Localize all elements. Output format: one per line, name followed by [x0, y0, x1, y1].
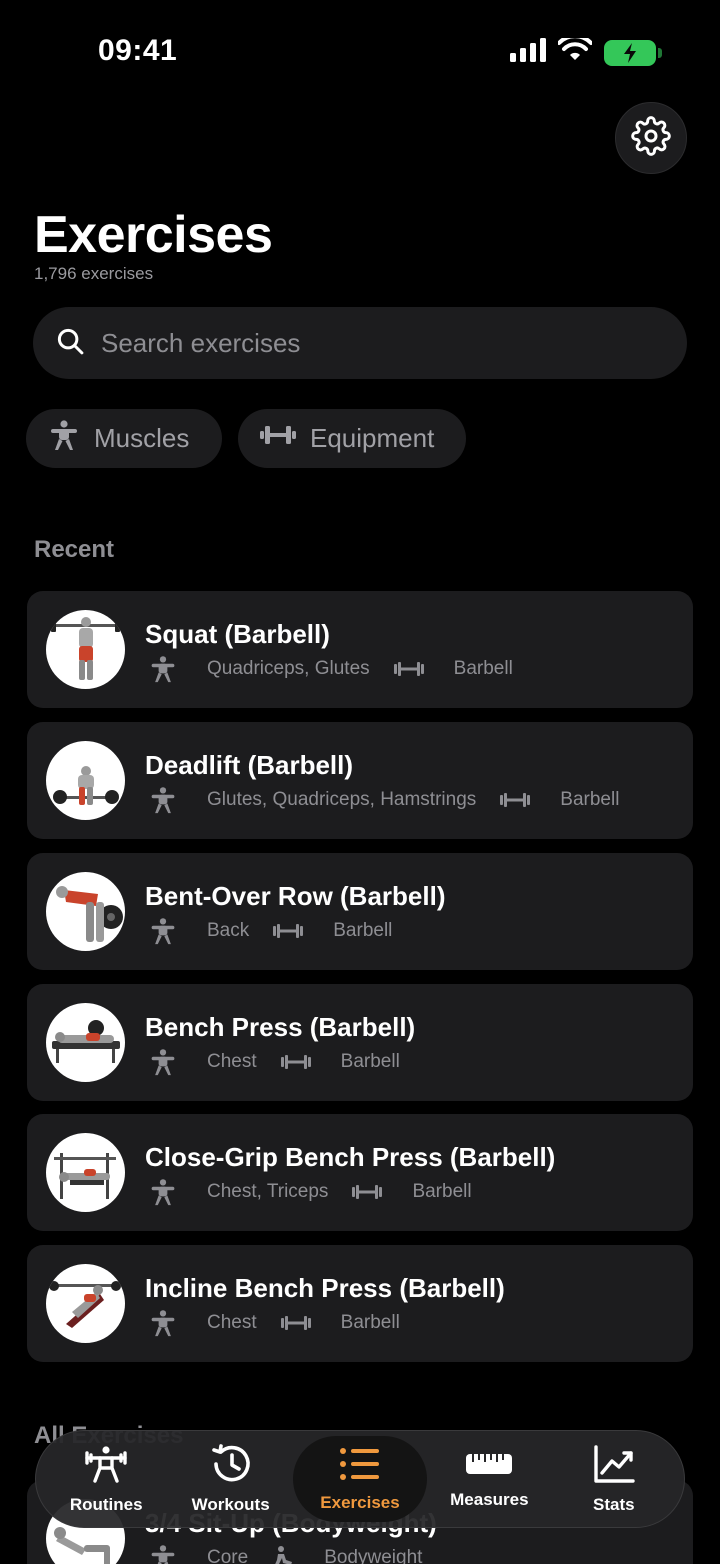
exercise-card[interactable]: Incline Bench Press (Barbell) Chest Barb…: [27, 1245, 693, 1362]
barbell-icon: [280, 1054, 311, 1070]
exercise-equipment: Barbell: [412, 1181, 472, 1202]
exercise-thumbnail-deadlift: [46, 741, 125, 820]
exercise-card[interactable]: Bench Press (Barbell) Chest Barbell: [27, 984, 693, 1101]
list-icon: [339, 1446, 381, 1487]
battery-icon: [604, 39, 662, 66]
muscle-icon: [149, 655, 177, 683]
filter-equipment-chip[interactable]: Equipment: [238, 409, 466, 468]
person-muscle-icon: [48, 419, 80, 458]
section-header-recent: Recent: [34, 536, 115, 563]
tab-exercises-label: Exercises: [320, 1492, 400, 1512]
dumbbell-icon: [260, 423, 296, 454]
muscle-icon: [149, 917, 177, 945]
tab-bar: Routines Workouts Exercises Measures Sta…: [35, 1430, 685, 1528]
tab-routines-label: Routines: [69, 1494, 143, 1514]
barbell-icon: [273, 923, 304, 939]
exercise-card[interactable]: Squat (Barbell) Quadriceps, Glutes Barbe…: [27, 591, 693, 708]
exercise-equipment: Bodyweight: [324, 1547, 423, 1564]
exercise-thumbnail-squat: [46, 610, 125, 689]
bodyweight-icon: [272, 1546, 294, 1564]
tab-stats-label: Stats: [592, 1494, 635, 1514]
tab-workouts[interactable]: Workouts: [168, 1436, 292, 1522]
barbell-icon: [500, 792, 531, 808]
exercise-thumbnail-bench-press: [46, 1003, 125, 1082]
tab-stats[interactable]: Stats: [552, 1436, 676, 1522]
exercise-name: Close-Grip Bench Press (Barbell): [145, 1142, 556, 1172]
muscle-icon: [149, 1048, 177, 1076]
search-bar[interactable]: [33, 307, 687, 379]
status-icons: [510, 34, 662, 67]
exercise-card[interactable]: Bent-Over Row (Barbell) Back Barbell: [27, 853, 693, 970]
exercise-equipment: Barbell: [333, 920, 393, 941]
exercise-thumbnail-close-grip-bench-press: [46, 1133, 125, 1212]
history-icon: [210, 1443, 252, 1489]
exercise-count: 1,796 exercises: [34, 264, 154, 283]
cellular-signal-icon: [510, 38, 546, 67]
exercise-thumbnail-incline-bench-press: [46, 1264, 125, 1343]
exercise-meta: Chest Barbell: [149, 1309, 400, 1337]
filter-muscles-chip[interactable]: Muscles: [26, 409, 222, 468]
barbell-icon: [352, 1184, 383, 1200]
tab-workouts-label: Workouts: [191, 1494, 270, 1514]
exercise-name: Bent-Over Row (Barbell): [145, 881, 446, 911]
exercise-muscles: Back: [207, 920, 250, 941]
barbell-icon: [280, 1315, 311, 1331]
exercise-meta: Back Barbell: [149, 917, 392, 945]
muscle-icon: [149, 786, 177, 814]
exercise-name: Squat (Barbell): [145, 619, 330, 649]
search-input[interactable]: [101, 327, 621, 359]
tab-routines[interactable]: Routines: [44, 1436, 168, 1522]
filter-muscles-label: Muscles: [94, 423, 190, 453]
muscle-icon: [149, 1178, 177, 1206]
exercise-meta: Chest, Triceps Barbell: [149, 1178, 472, 1206]
filter-equipment-label: Equipment: [310, 423, 435, 453]
tab-measures[interactable]: Measures: [427, 1436, 551, 1522]
exercise-muscles: Chest, Triceps: [207, 1181, 329, 1202]
exercise-name: Bench Press (Barbell): [145, 1012, 416, 1042]
exercise-thumbnail-bent-over-row: [46, 872, 125, 951]
barbell-icon: [393, 661, 424, 677]
exercise-name: Deadlift (Barbell): [145, 750, 354, 780]
exercise-meta: Glutes, Quadriceps, Hamstrings Barbell: [149, 786, 619, 814]
exercise-equipment: Barbell: [340, 1312, 400, 1333]
routines-icon: [83, 1444, 129, 1489]
exercise-meta: Chest Barbell: [149, 1048, 400, 1076]
ruler-icon: [465, 1449, 513, 1484]
exercise-muscles: Chest: [207, 1051, 257, 1072]
exercise-muscles: Glutes, Quadriceps, Hamstrings: [207, 789, 477, 810]
wifi-icon: [557, 34, 593, 67]
status-time: 09:41: [98, 34, 178, 67]
exercise-muscles: Chest: [207, 1312, 257, 1333]
exercise-name: Incline Bench Press (Barbell): [145, 1273, 505, 1303]
page-title: Exercises: [34, 206, 273, 264]
gear-icon: [631, 115, 671, 161]
tab-measures-label: Measures: [450, 1489, 529, 1509]
exercise-muscles: Quadriceps, Glutes: [207, 658, 370, 679]
chart-icon: [593, 1444, 635, 1489]
exercise-equipment: Barbell: [560, 789, 620, 810]
settings-button[interactable]: [615, 102, 687, 174]
exercise-muscles: Core: [207, 1547, 249, 1564]
exercise-card[interactable]: Close-Grip Bench Press (Barbell) Chest, …: [27, 1114, 693, 1231]
search-icon: [55, 326, 85, 361]
exercise-equipment: Barbell: [340, 1051, 400, 1072]
exercise-card[interactable]: Deadlift (Barbell) Glutes, Quadriceps, H…: [27, 722, 693, 839]
exercise-meta: Core Bodyweight: [149, 1544, 422, 1564]
exercise-equipment: Barbell: [453, 658, 513, 679]
exercise-meta: Quadriceps, Glutes Barbell: [149, 655, 513, 683]
status-bar: 09:41: [0, 0, 720, 100]
tab-exercises[interactable]: Exercises: [292, 1436, 428, 1522]
muscle-icon: [149, 1544, 177, 1564]
muscle-icon: [149, 1309, 177, 1337]
